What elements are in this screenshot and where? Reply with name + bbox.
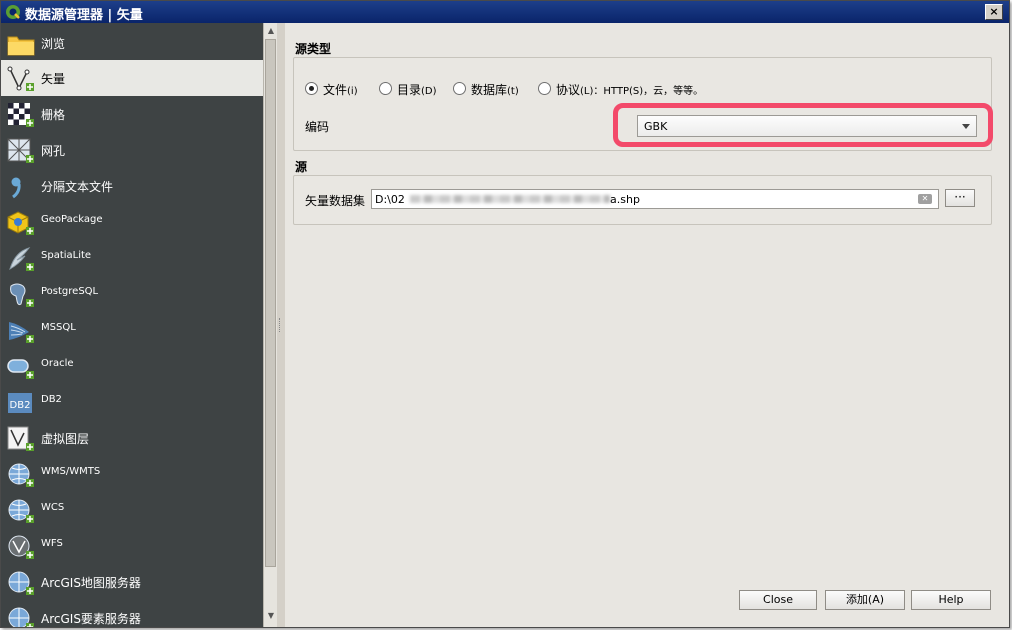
sidebar-item-label: 网孔 — [41, 144, 66, 158]
splitter-grip-icon — [279, 318, 282, 332]
sidebar-item-label: MSSQL — [41, 322, 76, 333]
sidebar-item-label: DB2 — [41, 394, 62, 405]
sidebar-item-browse[interactable]: 浏览 — [1, 25, 263, 61]
sidebar-item-vector[interactable]: 矢量 — [1, 60, 263, 96]
sidebar-item-raster[interactable]: 栅格 — [1, 96, 263, 132]
sidebar-item-virtual-layer[interactable]: 虚拟图层 — [1, 420, 263, 456]
title-bar: 数据源管理器 | 矢量 × — [1, 1, 1009, 23]
sidebar-item-label: WFS — [41, 538, 63, 549]
sidebar-item-wcs[interactable]: WCS — [1, 492, 263, 528]
sidebar-item-arcgis-feature-server[interactable]: ArcGIS要素服务器 — [1, 600, 263, 627]
sidebar-item-label: 栅格 — [41, 108, 66, 122]
qgis-logo-icon — [6, 5, 20, 19]
radio-shortcut: (t) — [507, 86, 519, 97]
dataset-label: 矢量数据集 — [305, 194, 366, 208]
sidebar-item-geopackage[interactable]: GeoPackage — [1, 204, 263, 240]
window-close-button[interactable]: × — [985, 4, 1003, 20]
wcs-icon — [8, 499, 34, 523]
close-button[interactable]: Close — [739, 590, 817, 610]
arcgis-feature-icon — [8, 607, 34, 627]
sidebar-item-postgresql[interactable]: PostgreSQL — [1, 276, 263, 312]
radio-database-indicator[interactable] — [453, 82, 466, 95]
sidebar-item-label: 虚拟图层 — [41, 432, 90, 446]
wms-icon — [8, 463, 34, 487]
sidebar-item-label: ArcGIS地图服务器 — [41, 576, 141, 590]
sidebar-item-label: ArcGIS要素服务器 — [41, 612, 141, 626]
mesh-icon — [7, 138, 34, 163]
sidebar-scrollbar[interactable]: ▲ ▼ — [263, 23, 277, 627]
vector-icon — [7, 66, 34, 91]
vector-dataset-input[interactable]: D:\02 a.shp ✕ — [371, 189, 939, 209]
geopackage-icon — [7, 211, 34, 235]
sidebar-item-wms-wmts[interactable]: WMS/WMTS — [1, 456, 263, 492]
path-prefix: D:\02 — [375, 193, 405, 206]
radio-shortcut: (D) — [421, 86, 437, 97]
radio-protocol-indicator[interactable] — [538, 82, 551, 95]
add-button[interactable]: 添加(A) — [825, 590, 905, 610]
vector-source-panel: 源类型 文件(i) 目录(D) 数据库(t) 协议(L)：HTTP(S)，云，等… — [285, 23, 1009, 627]
db2-icon: DB2 — [8, 393, 32, 413]
data-source-manager-window: 数据源管理器 | 矢量 × 浏览 矢量 栅格 网孔 分隔文本文件 GeoPack… — [0, 0, 1010, 628]
source-type-sidebar: 浏览 矢量 栅格 网孔 分隔文本文件 GeoPackage SpatiaLite… — [1, 23, 263, 627]
sidebar-item-label: GeoPackage — [41, 214, 103, 225]
radio-label: 数据库 — [471, 83, 508, 97]
panel-splitter[interactable] — [278, 23, 284, 627]
wfs-icon — [8, 535, 34, 559]
postgresql-icon — [10, 283, 34, 307]
sidebar-item-arcgis-map-server[interactable]: ArcGIS地图服务器 — [1, 564, 263, 600]
help-button[interactable]: Help — [911, 590, 991, 610]
sidebar-item-label: WMS/WMTS — [41, 466, 101, 477]
source-type-title: 源类型 — [295, 42, 332, 56]
spatialite-icon — [9, 247, 34, 271]
sidebar-item-delimited-text[interactable]: 分隔文本文件 — [1, 168, 263, 204]
sidebar-item-label: PostgreSQL — [41, 286, 99, 297]
radio-label: 目录 — [397, 83, 422, 97]
radio-label: 文件 — [323, 83, 348, 97]
source-title: 源 — [295, 160, 308, 174]
radio-directory-indicator[interactable] — [379, 82, 392, 95]
svg-text:DB2: DB2 — [10, 400, 31, 411]
sidebar-item-mssql[interactable]: MSSQL — [1, 312, 263, 348]
sidebar-item-label: 分隔文本文件 — [41, 180, 114, 194]
sidebar-item-spatialite[interactable]: SpatiaLite — [1, 240, 263, 276]
sidebar-item-label: SpatiaLite — [41, 250, 92, 261]
sidebar-item-mesh[interactable]: 网孔 — [1, 132, 263, 168]
mssql-icon — [9, 322, 34, 343]
sidebar-item-label: 浏览 — [41, 37, 66, 51]
virtual-layer-icon — [7, 426, 34, 451]
scrollbar-thumb[interactable] — [265, 39, 276, 567]
arcgis-map-icon — [8, 571, 34, 595]
sidebar-item-label: Oracle — [41, 358, 74, 369]
radio-file-indicator[interactable] — [305, 82, 318, 95]
radio-shortcut: (i) — [347, 86, 358, 97]
protocol-description: ：HTTP(S)，云，等等。 — [593, 86, 704, 97]
radio-shortcut: (L) — [580, 86, 594, 97]
sidebar-item-oracle[interactable]: Oracle — [1, 348, 263, 384]
window-title: 数据源管理器 | 矢量 — [25, 8, 143, 23]
sidebar-item-db2[interactable]: DB2 DB2 — [1, 384, 263, 420]
delimited-text-icon — [11, 177, 21, 199]
raster-icon — [8, 103, 34, 127]
annotation-highlight-box — [613, 103, 993, 147]
browse-button[interactable]: ··· — [945, 189, 975, 207]
radio-label: 协议 — [556, 83, 581, 97]
sidebar-item-label: 矢量 — [41, 72, 66, 86]
path-suffix: a.shp — [610, 193, 640, 206]
clear-icon[interactable]: ✕ — [918, 194, 932, 204]
redacted-path-segment — [410, 195, 610, 203]
sidebar-item-wfs[interactable]: WFS — [1, 528, 263, 564]
encoding-label: 编码 — [305, 120, 330, 134]
oracle-icon — [7, 359, 34, 379]
folder-icon — [7, 36, 35, 56]
scroll-up-icon[interactable]: ▲ — [266, 26, 276, 36]
scroll-down-icon[interactable]: ▼ — [266, 611, 276, 621]
sidebar-item-label: WCS — [41, 502, 65, 513]
